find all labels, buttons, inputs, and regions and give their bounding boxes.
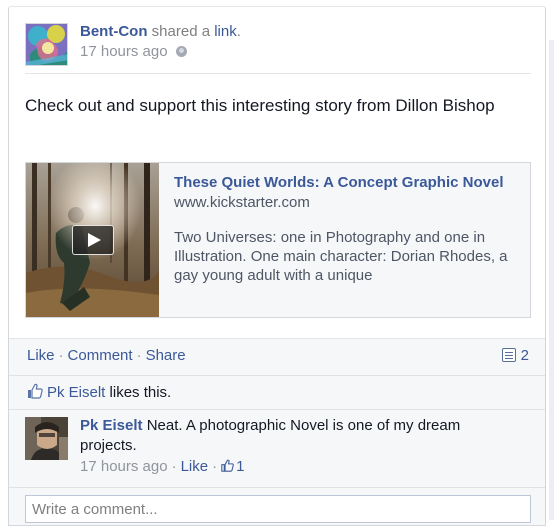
- comment-count-link[interactable]: 2: [501, 346, 529, 366]
- globe-icon[interactable]: [175, 46, 187, 57]
- comment-body: Pk Eiselt Neat. A photographic Novel is …: [80, 416, 520, 477]
- header-divider: [25, 73, 531, 74]
- scrollbar-track[interactable]: [549, 40, 554, 520]
- separator-dot: ·: [136, 347, 142, 364]
- separator-dot: ·: [58, 347, 64, 364]
- play-icon[interactable]: [72, 225, 114, 255]
- author-name-link[interactable]: Bent-Con: [80, 23, 148, 40]
- commenter-avatar[interactable]: [25, 417, 68, 460]
- comment-like-count-value: 1: [236, 458, 245, 475]
- story-header: Bent-Con shared a link. 17 hours ago: [25, 23, 531, 71]
- comment-button[interactable]: Comment: [68, 347, 133, 364]
- author-avatar[interactable]: [25, 23, 68, 66]
- comment-like-button[interactable]: Like: [181, 458, 209, 475]
- comment-composer: [9, 487, 545, 525]
- feed-story: Bent-Con shared a link. 17 hours ago Che…: [8, 6, 546, 526]
- commenter-name-link[interactable]: Pk Eiselt: [80, 417, 143, 434]
- separator-dot: ·: [212, 458, 218, 475]
- action-text: shared a: [151, 23, 211, 40]
- shared-link[interactable]: link: [214, 23, 237, 40]
- preview-body: These Quiet Worlds: A Concept Graphic No…: [174, 173, 519, 285]
- video-thumbnail[interactable]: [26, 163, 159, 317]
- likes-sentence: Pk Eiselt likes this.: [27, 383, 171, 403]
- comment-timestamp[interactable]: 17 hours ago: [80, 458, 168, 475]
- like-button[interactable]: Like: [27, 347, 55, 364]
- comment-bubble-icon: [501, 348, 516, 362]
- post-message: Check out and support this interesting s…: [25, 96, 495, 115]
- comment-count-value: 2: [520, 347, 529, 364]
- preview-description: Two Universes: one in Photography and on…: [174, 229, 508, 284]
- likes-row: Pk Eiselt likes this.: [9, 375, 545, 410]
- action-bar: Like · Comment · Share: [27, 346, 186, 366]
- page: Bent-Con shared a link. 17 hours ago Che…: [0, 0, 554, 528]
- action-suffix: .: [236, 23, 241, 40]
- liker-name-link[interactable]: Pk Eiselt: [47, 384, 105, 401]
- comment-item: Pk Eiselt Neat. A photographic Novel is …: [9, 409, 545, 488]
- comment-like-count[interactable]: 1: [221, 458, 244, 475]
- thumbs-up-icon: [28, 383, 43, 399]
- link-preview[interactable]: These Quiet Worlds: A Concept Graphic No…: [25, 162, 531, 318]
- thumbs-up-icon: [221, 459, 234, 472]
- header-text: Bent-Con shared a link. 17 hours ago: [80, 22, 241, 62]
- preview-domain: www.kickstarter.com: [174, 194, 310, 211]
- preview-title-link[interactable]: These Quiet Worlds: A Concept Graphic No…: [174, 173, 519, 192]
- post-timestamp[interactable]: 17 hours ago: [80, 43, 168, 60]
- separator-dot: ·: [171, 458, 177, 475]
- comment-meta: 17 hours ago · Like · 1: [80, 457, 520, 477]
- likes-text: likes this.: [109, 384, 172, 401]
- comment-input[interactable]: [25, 495, 531, 523]
- feedback-section: Like · Comment · Share 2 Pk Eiselt likes thi…: [9, 338, 545, 525]
- share-button[interactable]: Share: [146, 347, 186, 364]
